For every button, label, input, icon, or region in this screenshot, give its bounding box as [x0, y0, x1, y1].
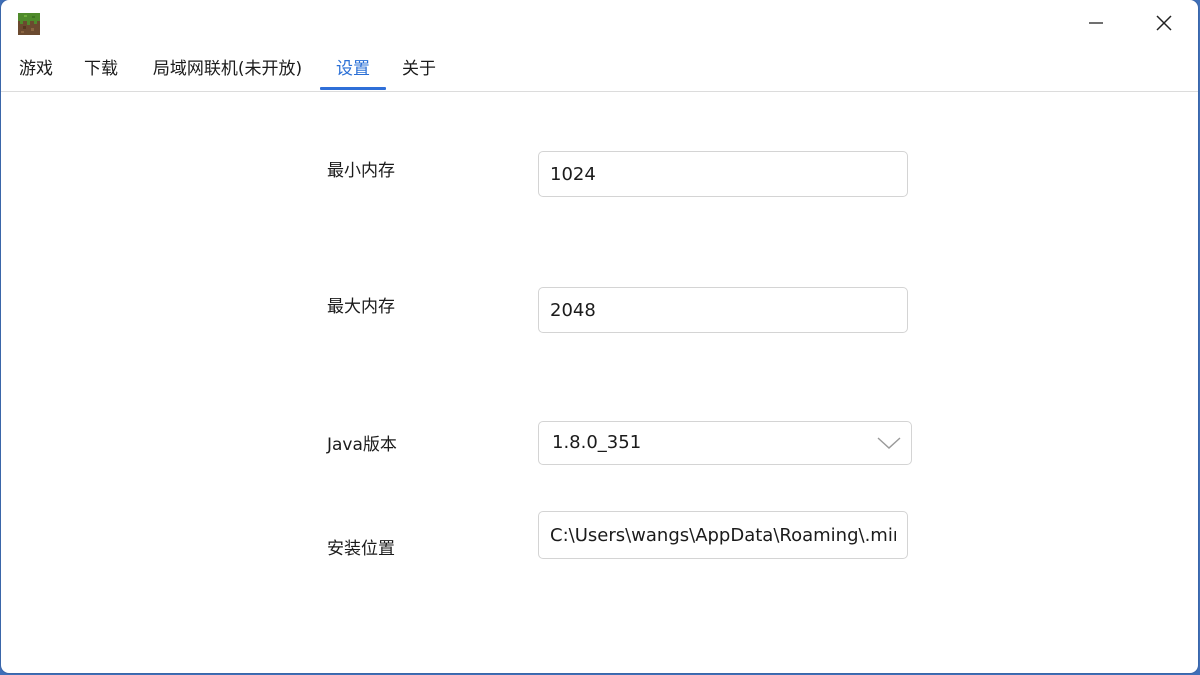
title-bar[interactable]: [1, 0, 1198, 48]
tab-settings[interactable]: 设置: [320, 52, 386, 90]
min-memory-field[interactable]: [538, 151, 908, 197]
max-memory-label: 最大内存: [327, 297, 395, 317]
close-icon: [1156, 15, 1172, 31]
minimize-button[interactable]: [1073, 0, 1119, 46]
tab-divider: [1, 91, 1198, 92]
app-window: 游戏 下载 局域网联机(未开放) 设置 关于 最小内存 最大内存 Java版本 …: [1, 0, 1198, 673]
tab-game[interactable]: 游戏: [16, 52, 56, 90]
minimize-icon: [1089, 22, 1103, 24]
grass-block-icon: [18, 13, 40, 35]
java-version-label: Java版本: [327, 435, 397, 455]
close-button[interactable]: [1141, 0, 1187, 46]
tab-about[interactable]: 关于: [399, 52, 439, 90]
install-path-field[interactable]: [538, 511, 908, 559]
min-memory-label: 最小内存: [327, 161, 395, 181]
install-path-label: 安装位置: [327, 539, 395, 559]
tab-download[interactable]: 下载: [81, 52, 121, 90]
min-memory-input[interactable]: [539, 152, 907, 196]
tab-bar: 游戏 下载 局域网联机(未开放) 设置 关于: [1, 52, 1198, 92]
java-version-select[interactable]: 1.8.0_351: [538, 421, 912, 465]
chevron-down-icon: [877, 437, 901, 449]
java-version-value: 1.8.0_351: [552, 432, 642, 453]
install-path-input[interactable]: [539, 512, 907, 558]
max-memory-input[interactable]: [539, 288, 907, 332]
max-memory-field[interactable]: [538, 287, 908, 333]
tab-lan[interactable]: 局域网联机(未开放): [147, 52, 308, 90]
